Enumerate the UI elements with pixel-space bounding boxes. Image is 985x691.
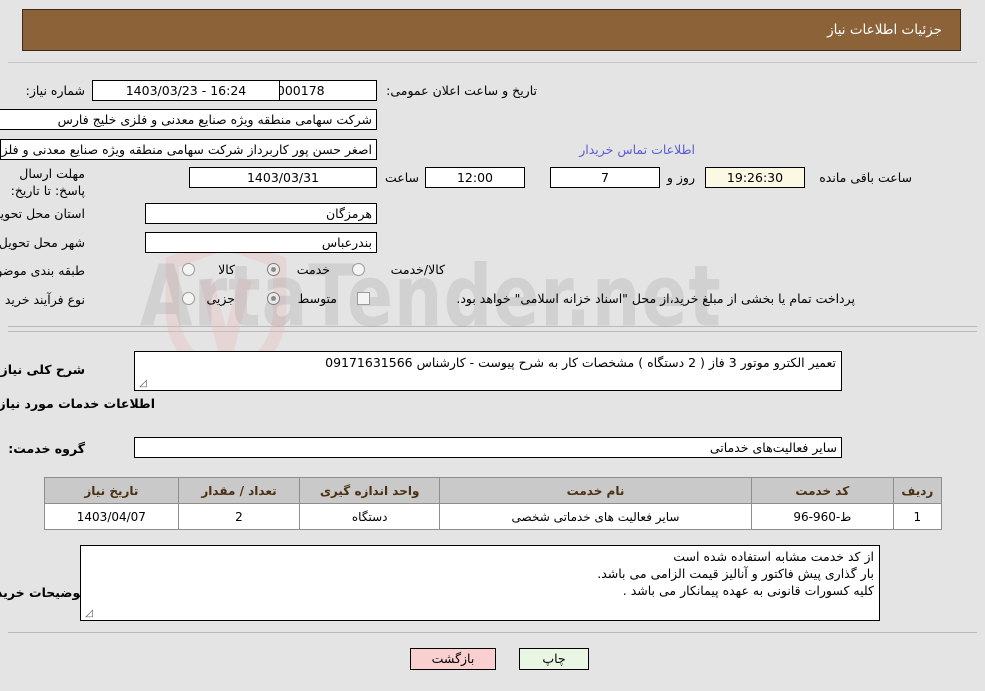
process-option-label-0: جزیی (206, 291, 235, 306)
services-heading: اطلاعات خدمات مورد نیاز (0, 396, 155, 411)
need-description-label: شرح کلی نیاز: (0, 362, 85, 377)
announce-datetime-field[interactable]: 16:24 - 1403/03/23 (92, 80, 280, 101)
remaining-time-label: ساعت باقی مانده (819, 170, 912, 185)
service-group-label: گروه خدمت: (8, 441, 85, 456)
page-header: جزئیات اطلاعات نیاز (22, 9, 961, 51)
cell-row-no: 1 (892, 503, 943, 530)
print-button[interactable]: چاپ (519, 648, 589, 670)
col-service-code: کد خدمت (750, 477, 894, 504)
buyer-notes-line-2: کلیه کسورات قانونی به عهده پیمانکار می ب… (622, 583, 874, 598)
buyer-org-field[interactable]: شرکت سهامی منطقه ویژه صنایع معدنی و فلزی… (0, 109, 377, 130)
requester-field[interactable]: اصغر حسن پور کاربرداز شرکت سهامی منطقه و… (0, 139, 377, 160)
process-type-label: نوع فرآیند خرید : (0, 292, 85, 307)
table-row: 1 ط-960-96 سایر فعالیت های خدماتی شخصی د… (44, 503, 943, 530)
need-number-label: شماره نیاز: (25, 83, 85, 98)
deadline-hour-label: ساعت (384, 170, 419, 185)
province-label: استان محل تحویل: (0, 206, 85, 221)
col-row-no: ردیف (892, 477, 943, 504)
category-radio-kala-khedmat[interactable] (352, 263, 365, 276)
buyer-notes-line-0: از کد خدمت مشابه استفاده شده است (673, 549, 874, 564)
cell-need-date: 1403/04/07 (44, 503, 179, 530)
deadline-label: مهلت ارسال پاسخ: تا تاریخ: (10, 166, 85, 198)
resize-grip-icon[interactable]: ◿ (83, 609, 93, 619)
col-service-name: نام خدمت (439, 477, 752, 504)
category-radio-kala[interactable] (182, 263, 195, 276)
col-unit: واحد اندازه گیری (299, 477, 441, 504)
deadline-date-field[interactable]: 1403/03/31 (189, 167, 377, 188)
remaining-days-field[interactable]: 7 (550, 167, 660, 188)
announce-datetime-label: تاریخ و ساعت اعلان عمومی: (386, 83, 537, 98)
category-label: طبقه بندی موضوعی: (0, 263, 85, 278)
page-title: جزئیات اطلاعات نیاز (827, 22, 942, 38)
buyer-notes-label: توضیحات خریدار: (0, 585, 85, 600)
islamic-treasury-checkbox[interactable] (357, 292, 370, 305)
category-option-label-1: خدمت (296, 262, 330, 277)
need-description-textarea[interactable]: تعمیر الکترو موتور 3 فاز ( 2 دستگاه ) مش… (134, 351, 842, 391)
category-option-label-2: کالا/خدمت (390, 262, 445, 277)
cell-unit: دستگاه (299, 503, 441, 530)
table-header-row: ردیف کد خدمت نام خدمت واحد اندازه گیری ت… (44, 477, 943, 504)
back-button[interactable]: بازگشت (410, 648, 496, 670)
islamic-treasury-note: پرداخت تمام یا بخشی از مبلغ خرید،از محل … (456, 291, 855, 306)
process-option-label-1: متوسط (297, 291, 337, 306)
remaining-time-field: 19:26:30 (705, 167, 805, 188)
process-radio-jozii[interactable] (182, 292, 195, 305)
need-description-text: تعمیر الکترو موتور 3 فاز ( 2 دستگاه ) مش… (325, 355, 836, 370)
buyer-notes-line-1: بار گذاری پیش فاکتور و آنالیز قیمت الزام… (597, 566, 874, 581)
resize-grip-icon[interactable]: ◿ (137, 379, 147, 389)
province-field[interactable]: هرمزگان (145, 203, 377, 224)
col-quantity: تعداد / مقدار (177, 477, 301, 504)
cell-quantity: 2 (177, 503, 301, 530)
cell-service-name: سایر فعالیت های خدماتی شخصی (439, 503, 752, 530)
services-table: ردیف کد خدمت نام خدمت واحد اندازه گیری ت… (44, 477, 943, 530)
city-label: شهر محل تحویل: (0, 235, 85, 250)
deadline-hour-field[interactable]: 12:00 (425, 167, 525, 188)
service-group-field[interactable]: سایر فعالیت‌های خدماتی (134, 437, 842, 458)
remaining-days-label: روز و (666, 170, 695, 185)
buyer-notes-textarea[interactable]: از کد خدمت مشابه استفاده شده است بار گذا… (80, 545, 880, 621)
cell-service-code: ط-960-96 (750, 503, 894, 530)
col-need-date: تاریخ نیاز (44, 477, 179, 504)
category-option-label-0: کالا (218, 262, 235, 277)
category-radio-khedmat[interactable] (267, 263, 280, 276)
buyer-contact-link[interactable]: اطلاعات تماس خریدار (579, 142, 695, 157)
process-radio-motevaset[interactable] (267, 292, 280, 305)
city-field[interactable]: بندرعباس (145, 232, 377, 253)
need-info-panel (8, 62, 977, 327)
